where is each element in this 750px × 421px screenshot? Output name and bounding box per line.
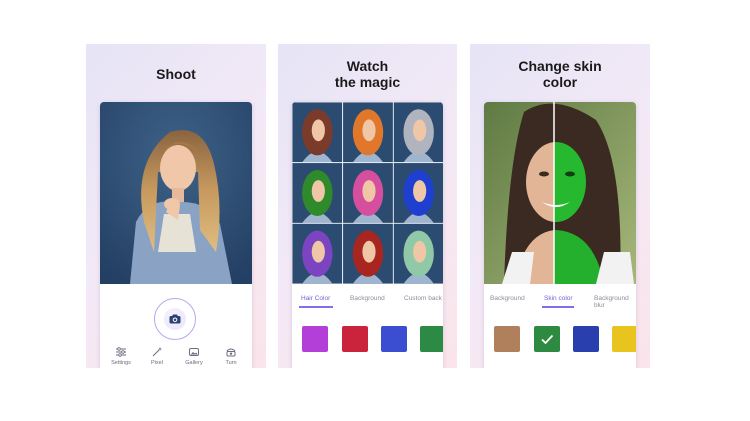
gallery-button[interactable]: Gallery (179, 346, 209, 366)
turn-label: Turn (225, 360, 237, 366)
hair-preview-tile (392, 222, 443, 284)
hair-color-grid (292, 102, 443, 284)
phone-frame: Background Skin color Background blur (484, 102, 636, 368)
hair-swatch-blue[interactable] (381, 326, 407, 352)
woman-portrait-image (100, 102, 252, 284)
camera-preview (100, 102, 252, 284)
tab-custom-background[interactable]: Custom back (404, 295, 442, 302)
shutter-button[interactable] (154, 298, 196, 340)
pixel-button[interactable]: Pixel (142, 346, 172, 366)
gallery-icon (189, 348, 199, 356)
tab-background-blur[interactable]: Background blur (594, 295, 634, 309)
tab-bar: Hair Color Background Custom back (292, 295, 443, 311)
screenshot-panel-skin-color: Change skin color Background Skin color … (470, 44, 650, 368)
skin-swatch-blue[interactable] (573, 326, 599, 352)
screenshot-panel-shoot: Shoot Settings Pixel Gallery Turn (86, 44, 266, 368)
hair-swatch-purple[interactable] (302, 326, 328, 352)
active-tab-indicator (299, 306, 333, 308)
tab-bar: Background Skin color Background blur (484, 295, 636, 311)
panel-title-line2: color (542, 74, 578, 90)
turn-button[interactable]: Turn (216, 346, 246, 366)
checkmark-icon (541, 334, 554, 345)
panel-title-line2: the magic (334, 74, 401, 90)
skin-swatch-tan[interactable] (494, 326, 520, 352)
skin-swatch-yellow[interactable] (612, 326, 636, 352)
sliders-icon (116, 347, 126, 357)
tab-background[interactable]: Background (350, 295, 385, 302)
tab-hair-color[interactable]: Hair Color (301, 295, 330, 302)
settings-button[interactable]: Settings (106, 346, 136, 366)
tab-background[interactable]: Background (490, 295, 525, 302)
skin-swatch-green[interactable] (534, 326, 560, 352)
hair-preview-tile (342, 102, 394, 164)
hair-swatch-green[interactable] (420, 326, 443, 352)
phone-frame: Hair Color Background Custom back (292, 102, 443, 368)
hair-preview-tile (392, 102, 443, 164)
skin-color-preview (484, 102, 636, 284)
hair-preview-tile (342, 162, 394, 224)
phone-frame: Settings Pixel Gallery Turn (100, 102, 252, 368)
settings-label: Settings (111, 360, 131, 366)
camera-icon (169, 314, 181, 324)
before-after-face-image (484, 102, 636, 284)
screenshot-panel-hair-color: Watch the magic Hair Color Background Cu… (278, 44, 457, 368)
tab-skin-color[interactable]: Skin color (544, 295, 573, 302)
active-tab-indicator (542, 306, 574, 308)
hair-preview-tile (392, 162, 443, 224)
hair-grid-image (292, 102, 443, 284)
hair-preview-tile (342, 222, 394, 284)
hair-preview-tile (292, 162, 344, 224)
magic-wand-icon (152, 347, 162, 357)
panel-title: Shoot (156, 66, 196, 82)
shutter-inner (164, 308, 186, 330)
hair-swatch-red[interactable] (342, 326, 368, 352)
pixel-label: Pixel (151, 360, 163, 366)
rotate-camera-icon (226, 348, 236, 357)
hair-preview-tile (292, 102, 344, 164)
hair-preview-tile (292, 222, 344, 284)
panel-title-line1: Watch (346, 58, 389, 74)
gallery-label: Gallery (185, 360, 203, 366)
panel-title-line1: Change skin (518, 58, 602, 74)
